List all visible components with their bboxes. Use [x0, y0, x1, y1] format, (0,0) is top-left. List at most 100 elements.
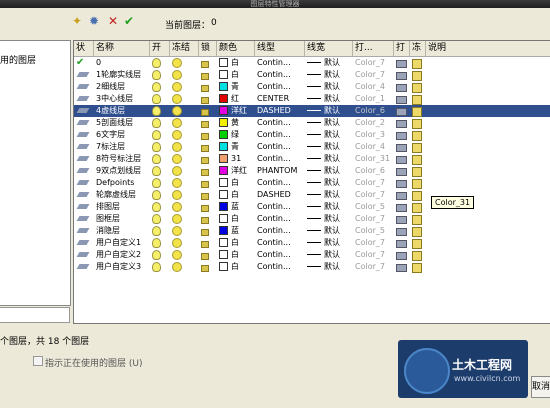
- layer-name[interactable]: 6文字层: [96, 129, 150, 141]
- layer-icon[interactable]: [76, 153, 94, 165]
- printer-icon[interactable]: [396, 225, 410, 237]
- layer-linetype[interactable]: Contin...: [257, 57, 305, 69]
- layer-row[interactable]: 5剖面线层 黄 Contin... 默认 Color_2: [74, 117, 550, 129]
- printer-icon[interactable]: [396, 93, 410, 105]
- layer-linetype[interactable]: CENTER: [257, 93, 305, 105]
- lightbulb-icon[interactable]: [152, 249, 170, 261]
- layer-linetype[interactable]: Contin...: [257, 141, 305, 153]
- layer-color[interactable]: 白: [219, 249, 255, 261]
- column-header[interactable]: 冻结: [170, 41, 199, 56]
- layer-icon[interactable]: [76, 225, 94, 237]
- layer-row[interactable]: ✔ 0 白 Contin... 默认 Color_7: [74, 57, 550, 69]
- layer-row[interactable]: 9双点划线层 洋红 PHANTOM 默认 Color_6: [74, 165, 550, 177]
- layer-color[interactable]: 蓝: [219, 225, 255, 237]
- layer-description[interactable]: [428, 105, 550, 117]
- vp-freeze-icon[interactable]: [412, 189, 426, 201]
- sun-icon[interactable]: [172, 93, 199, 105]
- filter-search-input[interactable]: [0, 307, 70, 323]
- layer-row[interactable]: 2细线层 青 Contin... 默认 Color_4: [74, 81, 550, 93]
- vp-freeze-icon[interactable]: [412, 237, 426, 249]
- layer-row[interactable]: Defpoints 白 Contin... 默认 Color_7: [74, 177, 550, 189]
- layer-name[interactable]: 2细线层: [96, 81, 150, 93]
- layer-icon[interactable]: [76, 117, 94, 129]
- layer-name[interactable]: 1轮廓实线层: [96, 69, 150, 81]
- delete-layer-icon[interactable]: ✕: [106, 14, 120, 28]
- layer-lineweight[interactable]: 默认: [307, 237, 353, 249]
- column-header[interactable]: 状: [74, 41, 94, 56]
- layer-linetype[interactable]: Contin...: [257, 81, 305, 93]
- printer-icon[interactable]: [396, 153, 410, 165]
- layer-description[interactable]: [428, 93, 550, 105]
- layer-lineweight[interactable]: 默认: [307, 81, 353, 93]
- show-in-use-checkbox[interactable]: [33, 356, 43, 366]
- layer-row[interactable]: 排图层 蓝 Contin... 默认 Color_5: [74, 201, 550, 213]
- column-header[interactable]: 打: [394, 41, 410, 56]
- vp-freeze-icon[interactable]: [412, 69, 426, 81]
- layer-row[interactable]: 4虚线层 洋红 DASHED 默认 Color_6: [74, 105, 550, 117]
- layer-name[interactable]: 3中心线层: [96, 93, 150, 105]
- sun-icon[interactable]: [172, 117, 199, 129]
- lightbulb-icon[interactable]: [152, 69, 170, 81]
- layer-description[interactable]: [428, 249, 550, 261]
- column-header[interactable]: 颜色: [217, 41, 255, 56]
- new-layer-frozen-icon[interactable]: ✹: [87, 14, 101, 28]
- layer-icon[interactable]: [76, 189, 94, 201]
- layer-name[interactable]: Defpoints: [96, 177, 150, 189]
- layer-description[interactable]: [428, 57, 550, 69]
- layer-description[interactable]: [428, 153, 550, 165]
- column-header[interactable]: 说明: [426, 41, 550, 56]
- layer-color[interactable]: 青: [219, 81, 255, 93]
- layer-color[interactable]: 青: [219, 141, 255, 153]
- layer-linetype[interactable]: Contin...: [257, 225, 305, 237]
- layer-lineweight[interactable]: 默认: [307, 141, 353, 153]
- lightbulb-icon[interactable]: [152, 57, 170, 69]
- layer-color[interactable]: 白: [219, 189, 255, 201]
- layer-name[interactable]: 消隐层: [96, 225, 150, 237]
- column-header[interactable]: 线宽: [305, 41, 353, 56]
- layer-color[interactable]: 洋红: [219, 165, 255, 177]
- lock-icon[interactable]: [201, 105, 217, 117]
- vp-freeze-icon[interactable]: [412, 213, 426, 225]
- layer-icon[interactable]: [76, 105, 94, 117]
- lock-icon[interactable]: [201, 141, 217, 153]
- vp-freeze-icon[interactable]: [412, 201, 426, 213]
- layer-linetype[interactable]: Contin...: [257, 249, 305, 261]
- vp-freeze-icon[interactable]: [412, 93, 426, 105]
- layer-name[interactable]: 图框层: [96, 213, 150, 225]
- layer-lineweight[interactable]: 默认: [307, 153, 353, 165]
- layer-row[interactable]: 用户自定义3 白 Contin... 默认 Color_7: [74, 261, 550, 273]
- layer-linetype[interactable]: Contin...: [257, 129, 305, 141]
- layer-description[interactable]: [428, 165, 550, 177]
- layer-color[interactable]: 白: [219, 237, 255, 249]
- lightbulb-icon[interactable]: [152, 153, 170, 165]
- layer-linetype[interactable]: Contin...: [257, 69, 305, 81]
- layer-lineweight[interactable]: 默认: [307, 117, 353, 129]
- layer-name[interactable]: 5剖面线层: [96, 117, 150, 129]
- lock-icon[interactable]: [201, 117, 217, 129]
- layer-row[interactable]: 用户自定义1 白 Contin... 默认 Color_7: [74, 237, 550, 249]
- layer-name[interactable]: 排图层: [96, 201, 150, 213]
- layer-name[interactable]: 用户自定义3: [96, 261, 150, 273]
- sun-icon[interactable]: [172, 153, 199, 165]
- printer-icon[interactable]: [396, 261, 410, 273]
- layer-name[interactable]: 8符号标注层: [96, 153, 150, 165]
- layer-linetype[interactable]: Contin...: [257, 117, 305, 129]
- lock-icon[interactable]: [201, 153, 217, 165]
- layer-description[interactable]: [428, 81, 550, 93]
- layer-lineweight[interactable]: 默认: [307, 93, 353, 105]
- lightbulb-icon[interactable]: [152, 225, 170, 237]
- printer-icon[interactable]: [396, 69, 410, 81]
- sun-icon[interactable]: [172, 213, 199, 225]
- layer-color[interactable]: 蓝: [219, 201, 255, 213]
- printer-icon[interactable]: [396, 129, 410, 141]
- layer-icon[interactable]: [76, 249, 94, 261]
- sun-icon[interactable]: [172, 129, 199, 141]
- lightbulb-icon[interactable]: [152, 201, 170, 213]
- layer-row[interactable]: 轮廓虚线层 白 DASHED 默认 Color_7: [74, 189, 550, 201]
- layer-name[interactable]: 4虚线层: [96, 105, 150, 117]
- layer-color[interactable]: 白: [219, 177, 255, 189]
- printer-icon[interactable]: [396, 117, 410, 129]
- lock-icon[interactable]: [201, 177, 217, 189]
- new-layer-icon[interactable]: ✦: [70, 14, 84, 28]
- vp-freeze-icon[interactable]: [412, 105, 426, 117]
